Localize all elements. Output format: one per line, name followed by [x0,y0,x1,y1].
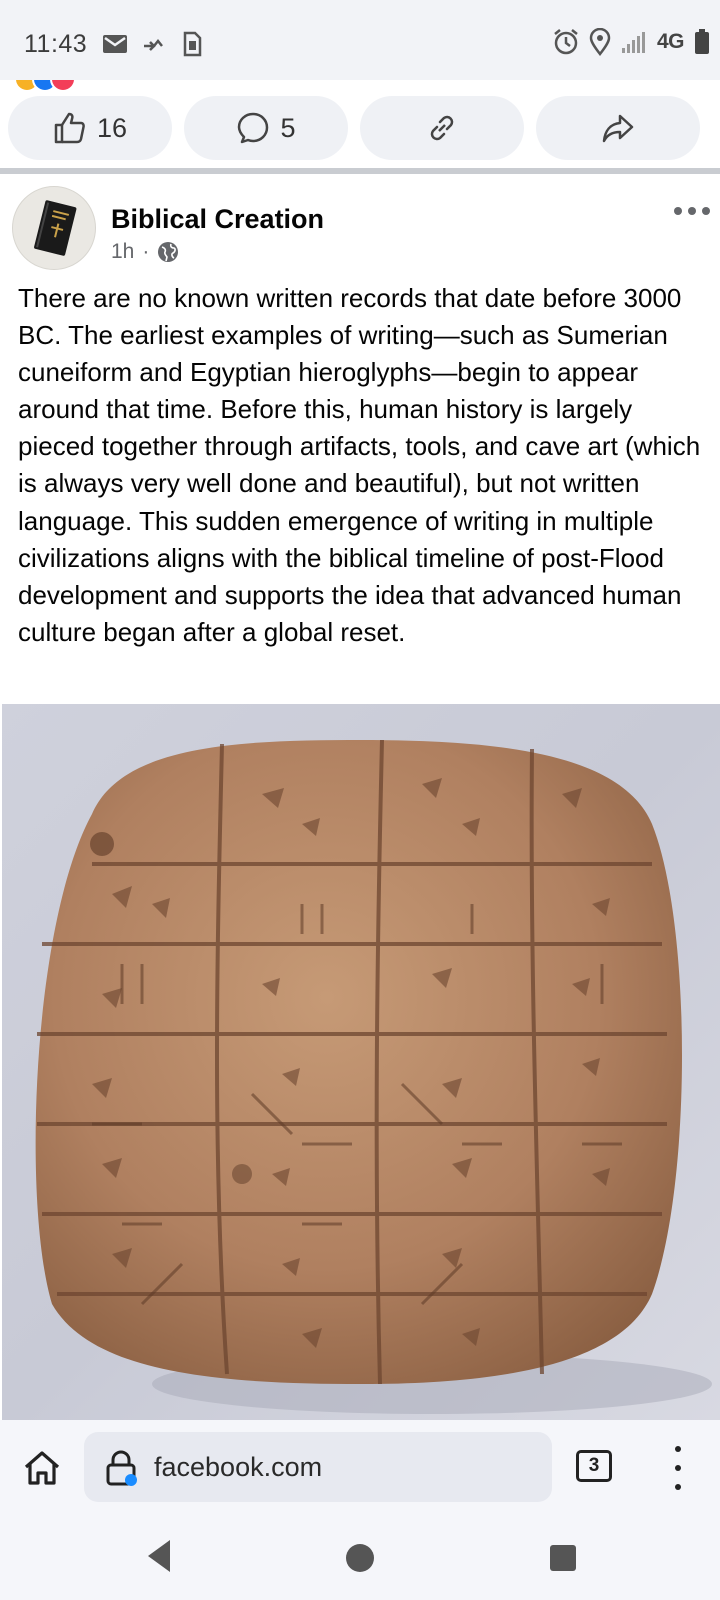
browser-toolbar: facebook.com 3 [0,1420,720,1516]
missed-call-icon [144,38,163,51]
post-author[interactable]: Biblical Creation [111,204,324,235]
more-icon-dot [702,207,710,215]
like-button[interactable]: 16 [8,96,172,160]
mail-icon [103,35,127,53]
post-options-button[interactable] [674,204,710,218]
browser-menu-button[interactable] [668,1446,688,1490]
share-icon [602,114,634,143]
comment-count: 5 [280,112,296,143]
previous-post-actions: 16 5 [0,96,720,160]
address-bar[interactable]: facebook.com [84,1432,552,1502]
home-icon[interactable] [22,1448,62,1488]
status-time: 11:43 [24,30,88,58]
reaction-icons [14,80,76,92]
status-bar: 11:43 4G [0,0,720,80]
like-count: 16 [96,112,128,143]
post-image-cuneiform-tablet[interactable] [2,704,720,1420]
post-body-text: There are no known written records that … [18,283,701,647]
comment-button[interactable]: 5 [184,96,348,160]
recents-icon[interactable] [550,1545,576,1571]
battery-icon [695,29,709,54]
back-icon[interactable] [144,1536,174,1576]
sim-icon [183,31,202,57]
home-nav-icon[interactable] [346,1544,374,1572]
link-icon [430,115,454,141]
page-avatar[interactable] [12,186,96,270]
alarm-icon [554,29,578,55]
copy-link-button[interactable] [360,96,524,160]
globe-icon [158,242,179,262]
bible-book-icon [34,200,77,256]
network-type: 4G [656,30,685,53]
love-reaction-icon [50,80,76,92]
tab-switcher-button[interactable]: 3 [576,1450,612,1482]
location-icon [589,28,611,56]
more-icon-dot [674,207,682,215]
system-navigation-bar [0,1516,720,1600]
url-text[interactable]: facebook.com [154,1452,322,1483]
menu-icon-dot [675,1446,681,1452]
status-right: 4G [553,28,710,56]
meta-separator: · [142,240,150,263]
like-icon [54,112,85,144]
comment-icon [238,112,269,144]
post-header: Biblical Creation 1h · [0,174,720,274]
post-time[interactable]: 1h [111,240,134,264]
menu-icon-dot [675,1465,681,1471]
share-button[interactable] [536,96,700,160]
news-feed[interactable]: 16 5 Biblical Creation 1h · There are no… [0,80,720,1420]
more-icon-dot [688,207,696,215]
cuneiform-tablet-illustration [35,739,712,1414]
post-meta: 1h · [111,240,179,264]
signal-icon [621,32,645,53]
lock-icon[interactable] [104,1450,138,1486]
menu-icon-dot [675,1484,681,1490]
